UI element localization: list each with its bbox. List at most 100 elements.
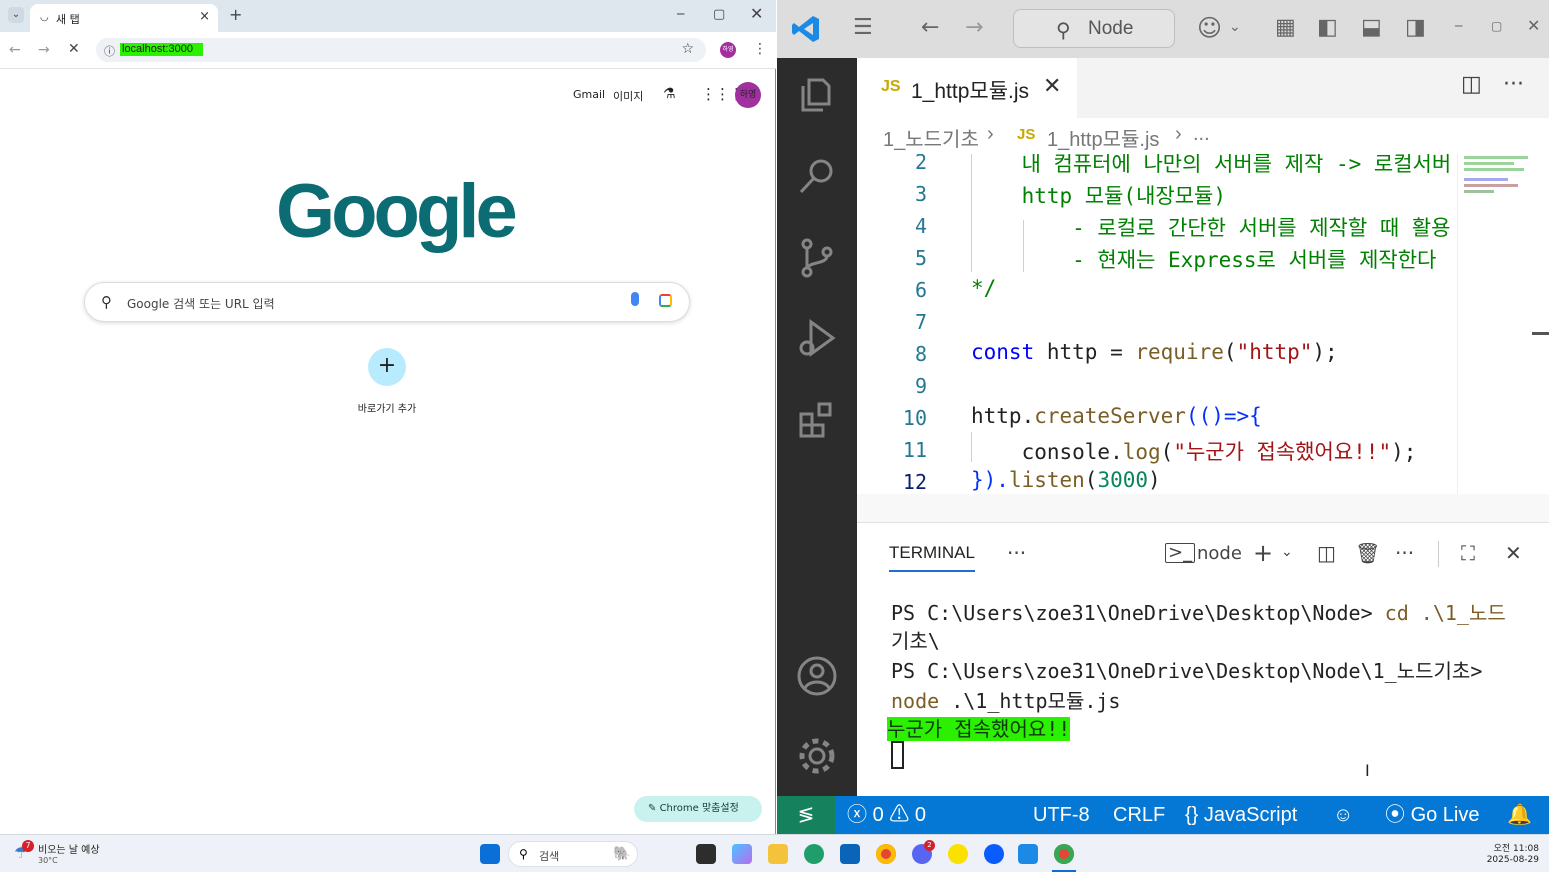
minimap[interactable]: [1457, 154, 1549, 494]
kakaotalk-icon[interactable]: [948, 844, 968, 864]
close-panel-icon[interactable]: ✕: [1505, 543, 1522, 563]
gmail-link[interactable]: Gmail: [573, 88, 605, 101]
editor-tab-file[interactable]: JS 1_http모듈.js ✕: [857, 58, 1077, 118]
new-terminal-icon[interactable]: +: [1253, 541, 1273, 565]
code-line-11: console.log("누군가 접속했어요!!");: [971, 436, 1417, 466]
code-token: );: [1312, 340, 1338, 364]
tab-close-icon[interactable]: ✕: [1043, 74, 1061, 99]
tab-search-icon[interactable]: ⌄: [8, 7, 24, 23]
lens-search-icon[interactable]: [659, 294, 672, 307]
breadcrumb-folder[interactable]: 1_노드기초: [883, 123, 979, 152]
extensions-icon[interactable]: [795, 398, 839, 442]
site-info-icon[interactable]: ⓘ: [104, 43, 115, 59]
add-shortcut-label: 바로가기 추가: [357, 404, 417, 415]
weather-temp: 30°C: [38, 856, 58, 865]
maximize-icon[interactable]: ▢: [713, 8, 725, 21]
nav-forward-icon[interactable]: →: [965, 17, 983, 39]
customize-chrome-button[interactable]: ✎ Chrome 맞춤설정: [634, 796, 762, 822]
new-tab-button[interactable]: +: [229, 7, 242, 23]
google-account-avatar[interactable]: 하영: [735, 82, 761, 108]
nav-back-icon[interactable]: ←: [921, 17, 939, 39]
address-bar[interactable]: ⓘ localhost:3000 ☆: [96, 38, 706, 62]
remote-indicator-icon[interactable]: ≶: [777, 796, 835, 834]
terminal-more-icon[interactable]: ···: [1395, 543, 1414, 563]
edge-browser-icon[interactable]: [804, 844, 824, 864]
encoding-indicator[interactable]: UTF-8: [1033, 804, 1090, 826]
bookmark-star-icon[interactable]: ☆: [681, 41, 694, 57]
toggle-primary-sidebar-icon[interactable]: ◧: [1317, 17, 1338, 39]
chrome-profile-app-icon[interactable]: [1054, 844, 1074, 864]
voice-search-icon[interactable]: [631, 292, 639, 306]
source-control-icon[interactable]: [795, 236, 839, 280]
eol-indicator[interactable]: CRLF: [1113, 804, 1165, 826]
profile-avatar[interactable]: 하영: [720, 42, 736, 58]
toggle-panel-icon[interactable]: ⬓: [1361, 17, 1382, 39]
go-live-button[interactable]: ⦿ Go Live: [1385, 804, 1480, 826]
command-center[interactable]: ⚲ Node: [1013, 9, 1175, 48]
copilot-status-icon[interactable]: ☺: [1333, 804, 1353, 826]
code-editor[interactable]: 2 3 4 5 6 7 8 9 10 11 12 내 컴퓨터에 나만의 서버를 …: [857, 154, 1457, 494]
start-windows-icon[interactable]: [480, 844, 500, 864]
google-search-box[interactable]: ⚲ Google 검색 또는 URL 입력: [84, 282, 690, 322]
task-view-icon[interactable]: [696, 844, 716, 864]
images-link[interactable]: 이미지: [613, 88, 643, 104]
close-window-icon[interactable]: ✕: [750, 6, 763, 22]
minimize-icon[interactable]: ─: [1455, 20, 1462, 32]
problems-indicator[interactable]: ⓧ 0 ⚠ 0: [847, 804, 926, 826]
vscode-app-icon[interactable]: [1018, 844, 1038, 864]
notifications-bell-icon[interactable]: 🔔: [1507, 804, 1532, 826]
chrome-tab-new[interactable]: ◡ 새 탭 ×: [30, 4, 218, 32]
menu-hamburger-icon[interactable]: ☰: [853, 17, 873, 39]
breadcrumb-file[interactable]: 1_http모듈.js: [1047, 123, 1159, 152]
copilot-app-icon[interactable]: [732, 844, 752, 864]
zoom-icon[interactable]: [984, 844, 1004, 864]
weather-badge: 7: [22, 840, 34, 852]
taskbar-search[interactable]: ⚲ 검색 🐘: [508, 841, 638, 867]
outlook-icon[interactable]: [840, 844, 860, 864]
back-icon[interactable]: ←: [9, 43, 21, 57]
chrome-menu-icon[interactable]: ⋮: [753, 42, 767, 56]
code-token: 3000: [1097, 468, 1149, 492]
line-number: 4: [914, 214, 927, 238]
close-window-icon[interactable]: ✕: [1527, 18, 1540, 34]
kill-terminal-trash-icon[interactable]: 🗑: [1355, 543, 1380, 563]
warning-icon: ⚠: [883, 804, 915, 826]
url-text[interactable]: localhost:3000: [120, 43, 203, 56]
scrollbar-thumb[interactable]: [1532, 332, 1549, 335]
chevron-down-icon[interactable]: ⌄: [1229, 20, 1241, 34]
accounts-icon[interactable]: [795, 654, 839, 698]
tab-close-icon[interactable]: ×: [199, 9, 210, 24]
panel-more-icon[interactable]: ···: [1007, 543, 1026, 563]
terminal-shell-name[interactable]: node: [1197, 545, 1242, 563]
settings-gear-icon[interactable]: [795, 734, 839, 778]
chevron-right-icon: ›: [987, 123, 994, 145]
minimize-icon[interactable]: ─: [677, 8, 684, 20]
search-icon: ⚲: [519, 847, 528, 861]
maximize-icon[interactable]: ▢: [1491, 20, 1502, 32]
code-token: listen: [1008, 468, 1085, 492]
file-explorer-icon[interactable]: [768, 844, 788, 864]
customize-label: Chrome 맞춤설정: [659, 803, 739, 814]
run-debug-icon[interactable]: [795, 316, 839, 360]
language-mode[interactable]: {} JavaScript: [1185, 804, 1297, 826]
search-icon[interactable]: [795, 154, 839, 198]
add-shortcut-button[interactable]: +: [368, 348, 406, 386]
labs-flask-icon[interactable]: ⚗: [663, 86, 676, 102]
maximize-panel-icon[interactable]: ⛶: [1461, 543, 1475, 563]
split-terminal-icon[interactable]: ◫: [1317, 543, 1336, 563]
taskbar-search-label: 검색: [539, 850, 560, 863]
forward-icon[interactable]: →: [38, 43, 50, 57]
chrome-app-icon[interactable]: [876, 844, 896, 864]
code-token: }).: [971, 468, 1009, 492]
customize-layout-icon[interactable]: ▦: [1275, 17, 1296, 39]
code-token: (()=>{: [1185, 404, 1262, 428]
explorer-files-icon[interactable]: [795, 72, 839, 116]
split-editor-icon[interactable]: ◫: [1461, 74, 1482, 96]
copilot-icon[interactable]: ☺: [1197, 16, 1222, 40]
tab-terminal[interactable]: TERMINAL: [889, 543, 975, 572]
chevron-down-icon[interactable]: ⌄: [1281, 545, 1293, 559]
toggle-secondary-sidebar-icon[interactable]: ◨: [1405, 17, 1426, 39]
more-actions-icon[interactable]: ···: [1503, 74, 1524, 96]
breadcrumb-more[interactable]: ...: [1193, 123, 1210, 146]
stop-loading-icon[interactable]: ✕: [68, 42, 80, 56]
